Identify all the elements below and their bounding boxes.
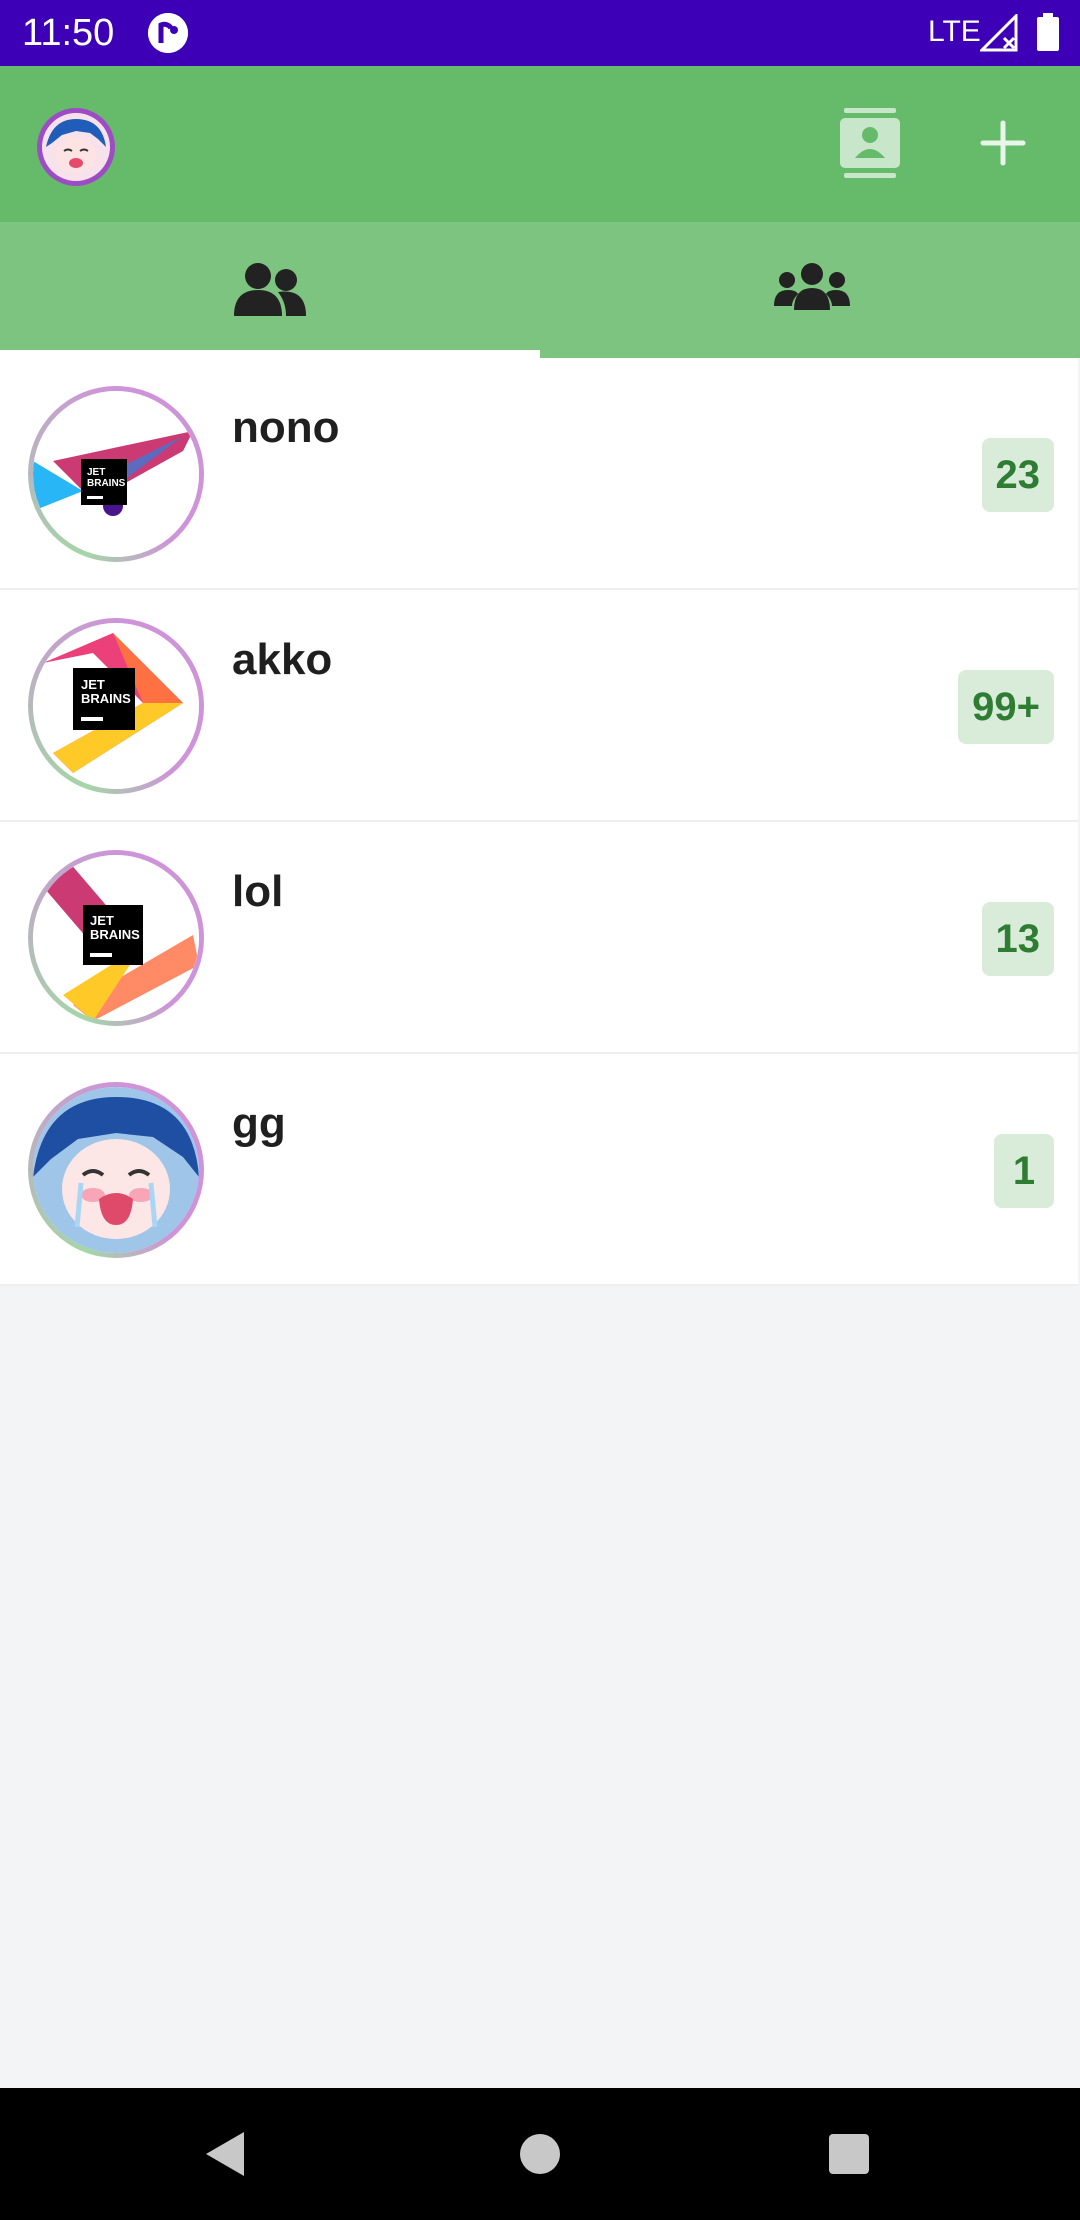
tab-bar <box>0 222 1080 358</box>
conversation-row[interactable]: gg 1 <box>0 1054 1078 1286</box>
tab-groups[interactable] <box>540 222 1080 358</box>
back-triangle-icon[interactable] <box>204 2130 246 2178</box>
svg-text:BRAINS: BRAINS <box>90 927 140 942</box>
status-bar: 11:50 LTE <box>0 0 1080 66</box>
network-type: LTE <box>928 15 981 48</box>
anime-avatar-icon <box>28 1082 204 1258</box>
selected-tab-indicator <box>0 350 540 358</box>
tab-direct-messages[interactable] <box>0 222 540 358</box>
conversation-row[interactable]: JET BRAINS akko 99+ <box>0 590 1078 822</box>
notification-app-icon <box>148 13 188 53</box>
plus-icon[interactable] <box>978 118 1028 168</box>
conversation-name: lol <box>232 867 284 916</box>
conversation-row[interactable]: JET BRAINS nono 23 <box>0 358 1078 590</box>
jetbrains-avatar-icon: JET BRAINS <box>28 850 204 1026</box>
group-icon <box>774 263 850 310</box>
battery-icon <box>1037 13 1059 51</box>
svg-text:JET: JET <box>87 467 105 478</box>
svg-text:BRAINS: BRAINS <box>81 691 131 706</box>
svg-text:JET: JET <box>90 913 114 928</box>
conversation-name: akko <box>232 635 333 684</box>
jetbrains-avatar-icon: JET BRAINS <box>28 386 204 562</box>
recents-square-icon[interactable] <box>829 2134 869 2174</box>
unread-count-badge: 13 <box>981 902 1054 976</box>
conversation-name: nono <box>232 403 340 452</box>
system-nav-bar <box>0 2088 1080 2220</box>
unread-count-badge: 23 <box>981 438 1054 512</box>
svg-text:JET: JET <box>81 677 105 692</box>
contact-card-icon[interactable] <box>840 108 900 178</box>
conversation-row[interactable]: JET BRAINS lol 13 <box>0 822 1078 1054</box>
home-circle-icon[interactable] <box>520 2134 560 2174</box>
status-time: 11:50 <box>22 12 115 54</box>
signal-icon <box>980 14 1018 52</box>
unread-count-badge: 1 <box>994 1134 1054 1208</box>
svg-text:BRAINS: BRAINS <box>87 478 126 489</box>
app-bar <box>0 66 1080 222</box>
jetbrains-avatar-icon: JET BRAINS <box>28 618 204 794</box>
two-users-icon <box>234 263 306 316</box>
profile-avatar[interactable] <box>37 108 115 186</box>
conversation-name: gg <box>232 1099 286 1148</box>
unread-count-badge: 99+ <box>958 670 1054 744</box>
conversation-list: JET BRAINS nono 23 JET BRAINS akko 99+ J… <box>0 358 1078 1286</box>
